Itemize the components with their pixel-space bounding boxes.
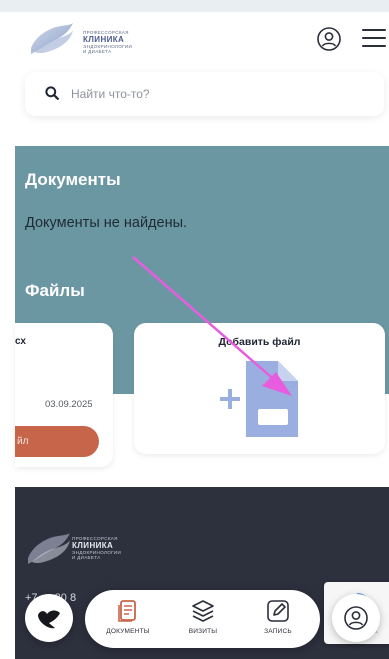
search-icon [45, 86, 59, 100]
nav-item-booking[interactable]: ЗАПИСЬ [243, 598, 313, 635]
nav-item-documents[interactable]: ДОКУМЕНТЫ [93, 598, 163, 635]
add-file-card[interactable]: Добавить файл [134, 323, 385, 454]
footer-logo-line2: КЛИНИКА [72, 541, 114, 550]
nav-item-visits[interactable]: ВИЗИТЫ [168, 598, 238, 635]
account-button[interactable] [332, 594, 380, 642]
documents-title: Документы [25, 170, 121, 189]
logo-emblem-icon [31, 23, 73, 54]
footer-logo-emblem-icon [28, 533, 70, 564]
nav-label-documents: ДОКУМЕНТЫ [106, 628, 150, 635]
nav-label-visits: ВИЗИТЫ [188, 628, 218, 635]
add-file-icon [220, 361, 298, 437]
logo-line2: КЛИНИКА [83, 35, 125, 44]
footer-logo-line4: И ДИАБЕТА [72, 555, 101, 560]
edit-icon [267, 600, 289, 622]
search-bar[interactable] [25, 72, 384, 116]
user-icon [344, 606, 368, 630]
document-icon [118, 600, 136, 622]
home-button[interactable] [25, 594, 73, 642]
clinic-emblem-icon [38, 610, 60, 629]
nav-label-booking: ЗАПИСЬ [264, 628, 292, 635]
bottom-nav: ДОКУМЕНТЫ ВИЗИТЫ ЗАПИСЬ [85, 590, 320, 648]
file-action-button[interactable]: йл [15, 426, 99, 457]
files-title: Файлы [25, 281, 85, 300]
file-name: сх [15, 336, 26, 347]
file-card[interactable]: сх 03.09.2025 йл [15, 323, 113, 467]
profile-icon[interactable] [317, 27, 341, 51]
add-file-label: Добавить файл [218, 336, 301, 348]
clinic-logo[interactable]: ПРОФЕССОРСКАЯ КЛИНИКА ЭНДОКРИНОЛОГИИ И Д… [25, 18, 175, 60]
layers-icon [192, 600, 214, 622]
footer-logo[interactable]: ПРОФЕССОРСКАЯ КЛИНИКА ЭНДОКРИНОЛОГИИ И Д… [22, 528, 152, 570]
top-strip [0, 0, 389, 12]
logo-line4: И ДИАБЕТА [83, 49, 112, 54]
search-input[interactable] [71, 83, 351, 105]
header: ПРОФЕССОРСКАЯ КЛИНИКА ЭНДОКРИНОЛОГИИ И Д… [15, 12, 389, 66]
file-date: 03.09.2025 [45, 399, 93, 410]
hamburger-menu-icon[interactable] [362, 29, 386, 49]
documents-empty-text: Документы не найдены. [25, 215, 188, 231]
file-action-label: йл [17, 436, 29, 447]
